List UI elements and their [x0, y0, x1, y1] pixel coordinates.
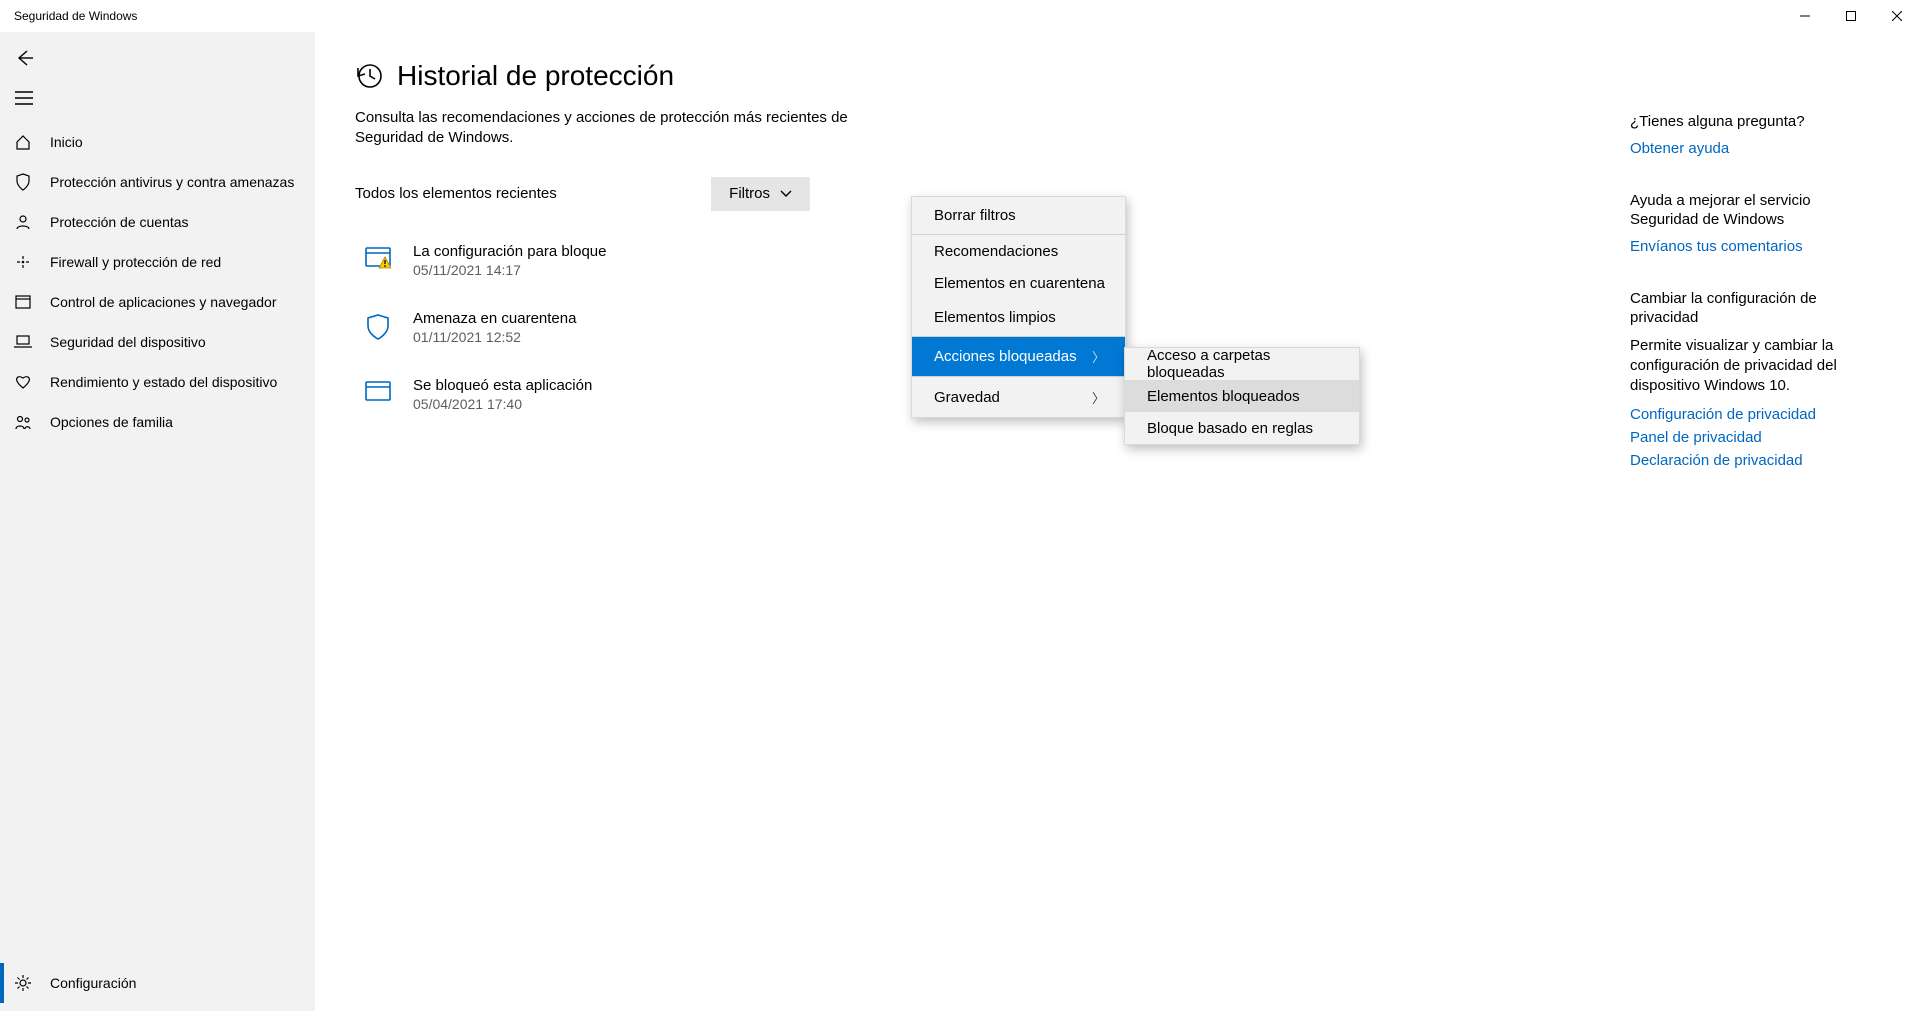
chevron-right-icon: 〉	[1092, 347, 1105, 366]
window-icon	[365, 377, 391, 403]
sidebar-item-label: Protección de cuentas	[50, 214, 189, 230]
sidebar-item-family[interactable]: Opciones de familia	[0, 402, 315, 442]
filter-submenu-blocked: Acceso a carpetas bloqueadas Elementos b…	[1124, 347, 1360, 445]
sidebar-nav: Inicio Protección antivirus y contra ame…	[0, 122, 315, 963]
chevron-down-icon	[780, 190, 792, 198]
history-item[interactable]: Se bloqueó esta aplicación 05/04/2021 17…	[355, 371, 810, 438]
sidebar-item-home[interactable]: Inicio	[0, 122, 315, 162]
improve-title: Ayuda a mejorar el servicio Seguridad de…	[1630, 191, 1860, 230]
sidebar-item-label: Rendimiento y estado del dispositivo	[50, 374, 277, 390]
maximize-icon	[1846, 11, 1856, 21]
sidebar-item-settings[interactable]: Configuración	[0, 963, 315, 1003]
back-arrow-icon	[15, 49, 33, 67]
history-icon	[355, 62, 383, 90]
minimize-icon	[1800, 11, 1810, 21]
privacy-statement-link[interactable]: Declaración de privacidad	[1630, 452, 1860, 469]
sidebar-item-label: Firewall y protección de red	[50, 254, 221, 270]
history-item[interactable]: Amenaza en cuarentena 01/11/2021 12:52	[355, 304, 810, 371]
menu-item-label: Bloque basado en reglas	[1147, 420, 1313, 437]
gear-icon	[14, 975, 32, 991]
chevron-right-icon: 〉	[1092, 388, 1105, 407]
menu-item-label: Recomendaciones	[934, 243, 1058, 260]
filter-menu: Borrar filtros Recomendaciones Elementos…	[911, 196, 1126, 418]
shield-outline-icon	[365, 310, 391, 340]
heart-icon	[14, 374, 32, 390]
privacy-settings-link[interactable]: Configuración de privacidad	[1630, 406, 1860, 423]
history-item-title: Se bloqueó esta aplicación	[413, 377, 592, 394]
main-content: Historial de protección Consulta las rec…	[315, 32, 1920, 1011]
shield-icon	[14, 173, 32, 191]
menu-item-label: Elementos en cuarentena	[934, 275, 1105, 292]
menu-item-quarantined[interactable]: Elementos en cuarentena	[912, 267, 1125, 299]
history-item-date: 01/11/2021 12:52	[413, 329, 576, 345]
privacy-dashboard-link[interactable]: Panel de privacidad	[1630, 429, 1860, 446]
sidebar-item-performance[interactable]: Rendimiento y estado del dispositivo	[0, 362, 315, 402]
history-item-date: 05/11/2021 14:17	[413, 262, 606, 278]
sidebar: Inicio Protección antivirus y contra ame…	[0, 32, 315, 1011]
sidebar-item-label: Seguridad del dispositivo	[50, 334, 206, 350]
home-icon	[14, 134, 32, 150]
list-header-label: Todos los elementos recientes	[355, 185, 557, 202]
person-icon	[14, 214, 32, 230]
history-item-title: La configuración para bloque	[413, 243, 606, 260]
menu-item-label: Gravedad	[934, 389, 1000, 406]
feedback-link[interactable]: Envíanos tus comentarios	[1630, 238, 1860, 255]
page-title: Historial de protección	[397, 60, 674, 92]
menu-item-label: Acceso a carpetas bloqueadas	[1147, 347, 1339, 381]
history-list: La configuración para bloque 05/11/2021 …	[355, 237, 810, 438]
window-title: Seguridad de Windows	[14, 9, 1782, 23]
privacy-description: Permite visualizar y cambiar la configur…	[1630, 336, 1860, 397]
help-link[interactable]: Obtener ayuda	[1630, 140, 1860, 157]
window-controls	[1782, 0, 1920, 32]
sidebar-item-label: Control de aplicaciones y navegador	[50, 294, 276, 310]
history-item-date: 05/04/2021 17:40	[413, 396, 592, 412]
history-item[interactable]: La configuración para bloque 05/11/2021 …	[355, 237, 810, 304]
sidebar-item-firewall[interactable]: Firewall y protección de red	[0, 242, 315, 282]
submenu-item-rule-block[interactable]: Bloque basado en reglas	[1125, 412, 1359, 444]
sidebar-item-appcontrol[interactable]: Control de aplicaciones y navegador	[0, 282, 315, 322]
sidebar-item-label: Inicio	[50, 134, 83, 150]
menu-item-severity[interactable]: Gravedad 〉	[912, 377, 1125, 417]
titlebar: Seguridad de Windows	[0, 0, 1920, 32]
page-subtitle: Consulta las recomendaciones y acciones …	[355, 108, 875, 149]
sidebar-item-devicesec[interactable]: Seguridad del dispositivo	[0, 322, 315, 362]
family-icon	[14, 414, 32, 430]
sidebar-item-label: Protección antivirus y contra amenazas	[50, 174, 294, 190]
filter-button-label: Filtros	[729, 185, 770, 202]
menu-item-label: Borrar filtros	[934, 207, 1016, 224]
sidebar-item-virus[interactable]: Protección antivirus y contra amenazas	[0, 162, 315, 202]
right-panel: ¿Tienes alguna pregunta? Obtener ayuda A…	[1630, 112, 1860, 503]
close-icon	[1892, 11, 1902, 21]
warning-window-icon	[365, 243, 391, 269]
privacy-title: Cambiar la configuración de privacidad	[1630, 289, 1860, 328]
submenu-item-folder-access[interactable]: Acceso a carpetas bloqueadas	[1125, 348, 1359, 380]
menu-item-clear-filters[interactable]: Borrar filtros	[912, 197, 1125, 235]
close-button[interactable]	[1874, 0, 1920, 32]
sidebar-item-account[interactable]: Protección de cuentas	[0, 202, 315, 242]
sidebar-item-label: Configuración	[50, 975, 136, 991]
firewall-icon	[14, 254, 32, 270]
history-item-title: Amenaza en cuarentena	[413, 310, 576, 327]
filter-button[interactable]: Filtros	[711, 177, 810, 211]
menu-item-clean[interactable]: Elementos limpios	[912, 299, 1125, 337]
laptop-icon	[14, 335, 32, 349]
menu-item-label: Elementos bloqueados	[1147, 388, 1300, 405]
menu-item-label: Acciones bloqueadas	[934, 348, 1077, 365]
minimize-button[interactable]	[1782, 0, 1828, 32]
menu-item-label: Elementos limpios	[934, 309, 1056, 326]
hamburger-button[interactable]	[2, 78, 46, 118]
submenu-item-blocked-items[interactable]: Elementos bloqueados	[1125, 380, 1359, 412]
menu-item-blocked-actions[interactable]: Acciones bloqueadas 〉	[912, 337, 1125, 377]
back-button[interactable]	[2, 38, 46, 78]
sidebar-item-label: Opciones de familia	[50, 414, 173, 430]
menu-item-recommendations[interactable]: Recomendaciones	[912, 235, 1125, 267]
maximize-button[interactable]	[1828, 0, 1874, 32]
appcontrol-icon	[14, 295, 32, 309]
hamburger-icon	[15, 91, 33, 105]
help-title: ¿Tienes alguna pregunta?	[1630, 112, 1860, 132]
